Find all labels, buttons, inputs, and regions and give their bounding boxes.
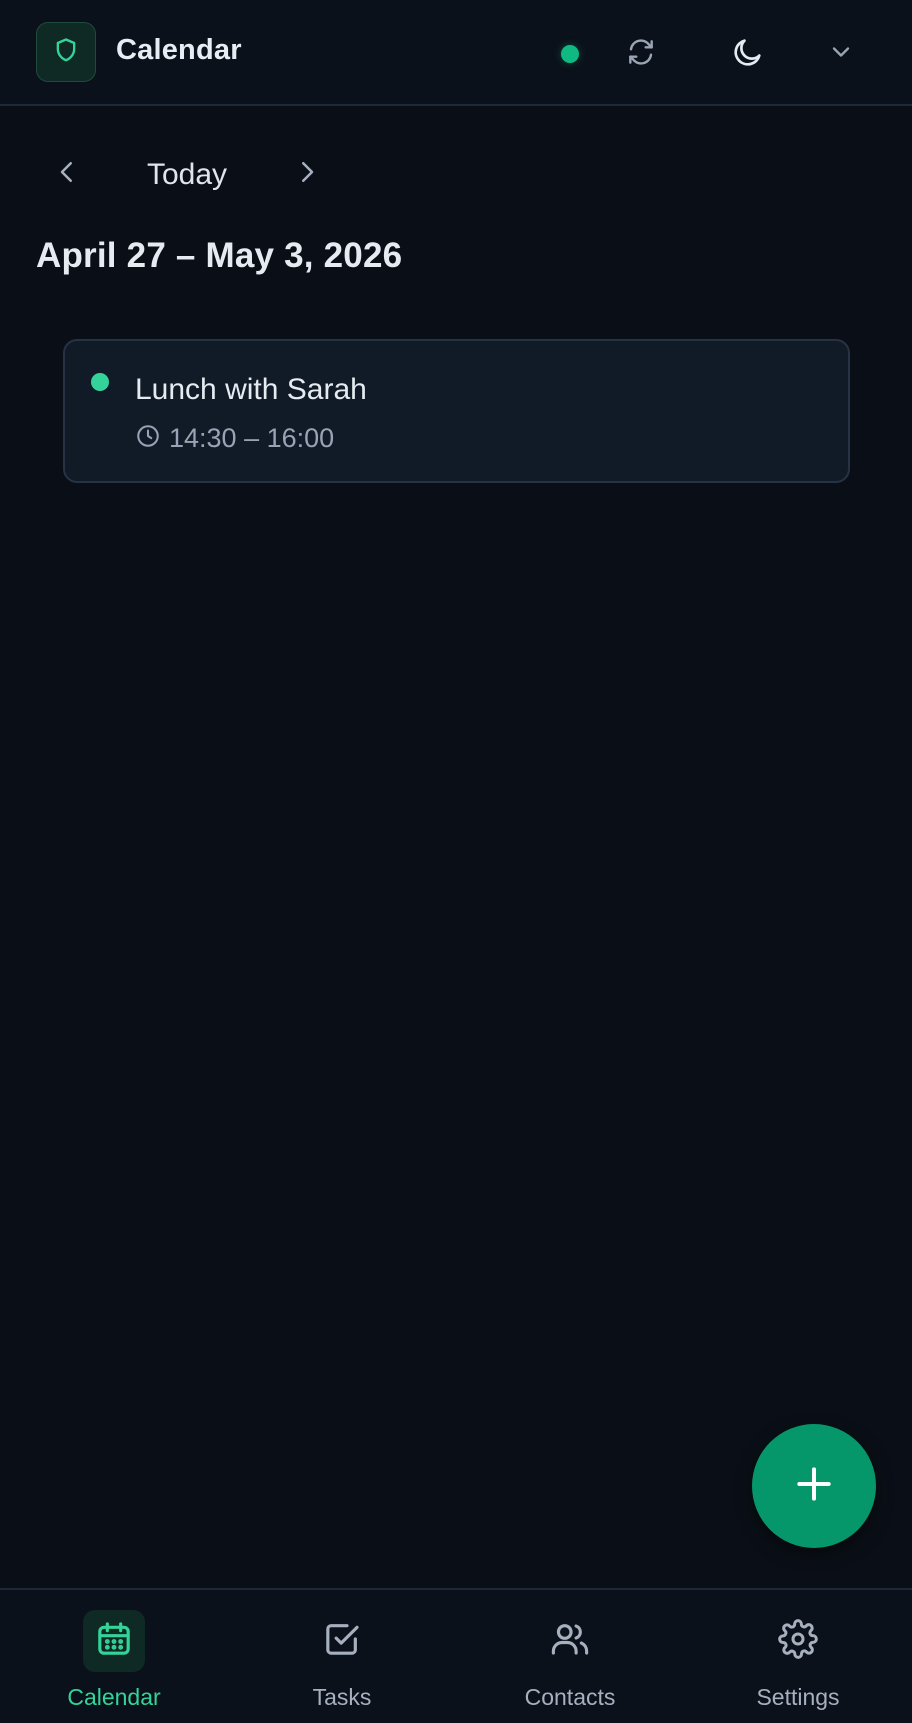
refresh-icon	[625, 36, 657, 73]
top-bar: Calendar	[0, 0, 912, 106]
date-range-heading: April 27 – May 3, 2026	[36, 236, 403, 275]
nav-item-settings[interactable]: Settings	[684, 1590, 912, 1723]
bottom-navigation: Calendar Tasks Contacts Settings	[0, 1588, 912, 1723]
calendar-icon	[94, 1619, 134, 1664]
previous-week-button[interactable]	[43, 150, 91, 198]
moon-icon	[731, 35, 765, 74]
users-icon	[549, 1618, 591, 1665]
event-color-dot	[91, 373, 109, 391]
nav-icon-highlight	[83, 1610, 145, 1672]
chevron-down-icon	[827, 38, 855, 71]
gear-icon	[778, 1618, 818, 1664]
account-menu-button[interactable]	[817, 30, 865, 78]
app-title: Calendar	[116, 34, 242, 66]
event-card[interactable]: Lunch with Sarah 14:30 – 16:00	[63, 339, 850, 483]
nav-label-calendar: Calendar	[67, 1684, 161, 1710]
checkbox-icon	[322, 1619, 362, 1664]
chevron-left-icon	[52, 157, 82, 192]
today-button[interactable]: Today	[130, 152, 244, 198]
add-event-button[interactable]	[752, 1424, 876, 1548]
app-logo	[36, 22, 96, 82]
next-week-button[interactable]	[283, 150, 331, 198]
plus-icon	[792, 1462, 836, 1511]
chevron-right-icon	[292, 157, 322, 192]
nav-label-contacts: Contacts	[524, 1684, 616, 1710]
nav-label-settings: Settings	[756, 1684, 840, 1710]
event-time-row: 14:30 – 16:00	[135, 423, 334, 454]
nav-item-calendar[interactable]: Calendar	[0, 1590, 228, 1723]
sync-button[interactable]	[617, 30, 665, 78]
nav-label-tasks: Tasks	[312, 1684, 372, 1710]
event-time: 14:30 – 16:00	[169, 423, 335, 453]
nav-icon-container	[311, 1610, 373, 1672]
nav-icon-container	[767, 1610, 829, 1672]
online-status-indicator	[561, 45, 579, 63]
shield-icon	[52, 36, 80, 69]
event-title: Lunch with Sarah	[135, 373, 367, 406]
clock-icon	[135, 423, 161, 454]
nav-item-tasks[interactable]: Tasks	[228, 1590, 456, 1723]
nav-icon-container	[539, 1610, 601, 1672]
theme-toggle-button[interactable]	[724, 30, 772, 78]
nav-item-contacts[interactable]: Contacts	[456, 1590, 684, 1723]
